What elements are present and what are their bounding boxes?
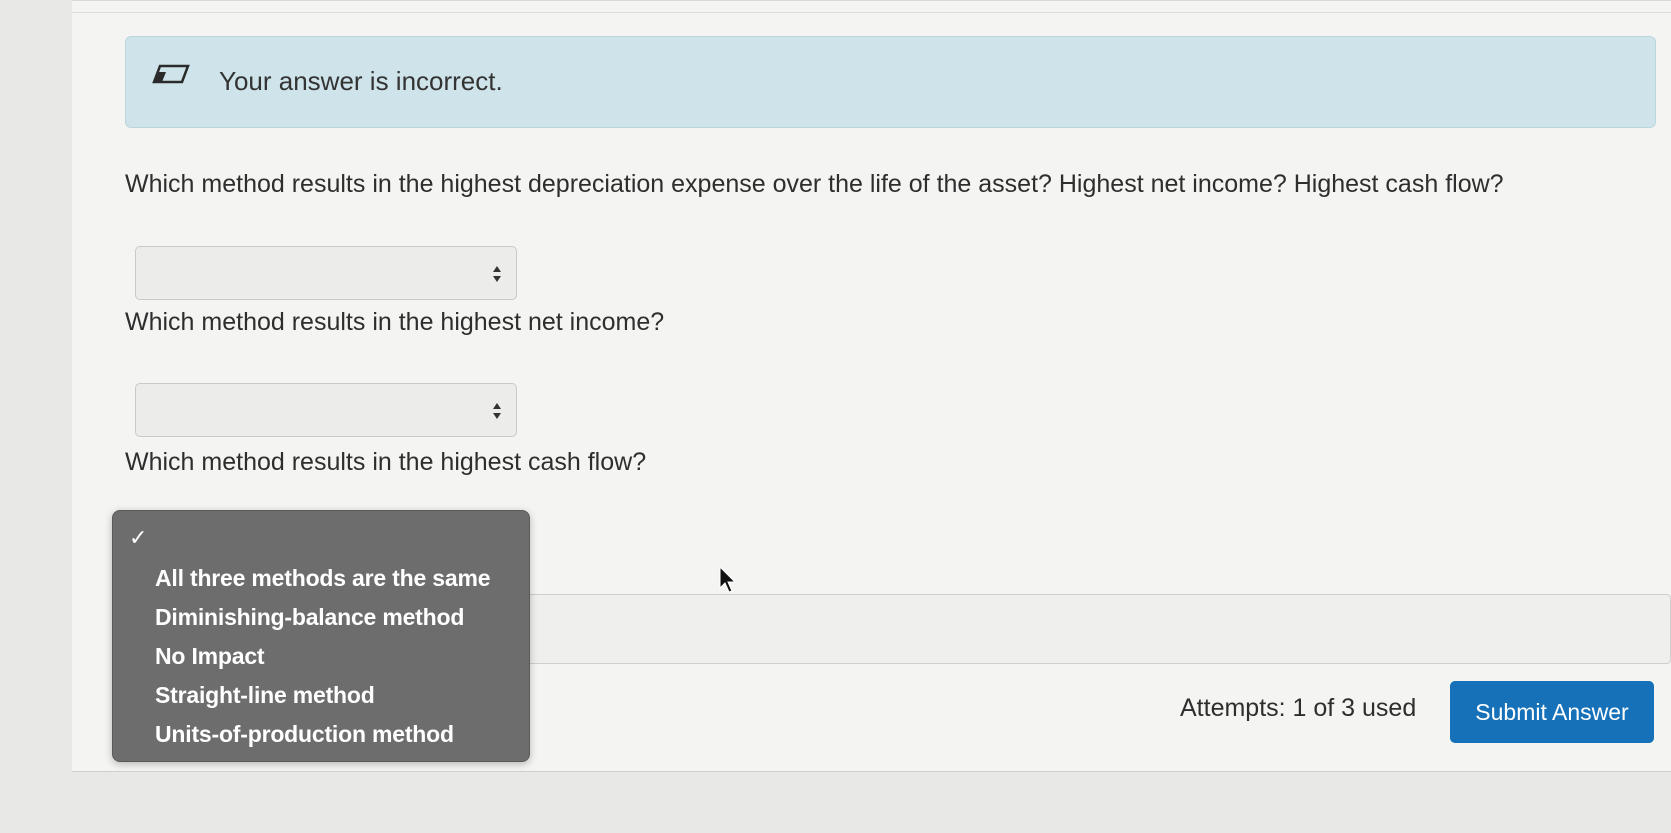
feedback-message: Your answer is incorrect.: [219, 66, 503, 96]
dropdown-option[interactable]: Units-of-production method: [155, 721, 454, 748]
question-main: Which method results in the highest depr…: [125, 170, 1504, 198]
select-arrows-icon: [493, 403, 501, 419]
top-divider: [72, 12, 1671, 13]
dropdown-option[interactable]: No Impact: [155, 643, 265, 670]
mouse-cursor-icon: [719, 566, 737, 593]
checkmark-icon: ✓: [129, 525, 148, 550]
select-arrows-icon: [493, 266, 501, 282]
dropdown-option[interactable]: All three methods are the same: [155, 565, 490, 592]
cash-flow-dropdown-menu[interactable]: ✓ All three methods are the same Diminis…: [112, 510, 530, 762]
eraser-icon: [152, 64, 190, 84]
attempts-counter: Attempts: 1 of 3 used: [1180, 694, 1417, 722]
depreciation-method-select[interactable]: [135, 246, 517, 300]
cash-flow-answer-field[interactable]: [525, 594, 1671, 664]
question-cash-flow: Which method results in the highest cash…: [125, 448, 647, 476]
net-income-method-select[interactable]: [135, 383, 517, 437]
question-net-income: Which method results in the highest net …: [125, 308, 665, 336]
dropdown-option[interactable]: Diminishing-balance method: [155, 604, 464, 631]
dropdown-option[interactable]: Straight-line method: [155, 682, 375, 709]
submit-answer-button[interactable]: Submit Answer: [1450, 681, 1654, 743]
